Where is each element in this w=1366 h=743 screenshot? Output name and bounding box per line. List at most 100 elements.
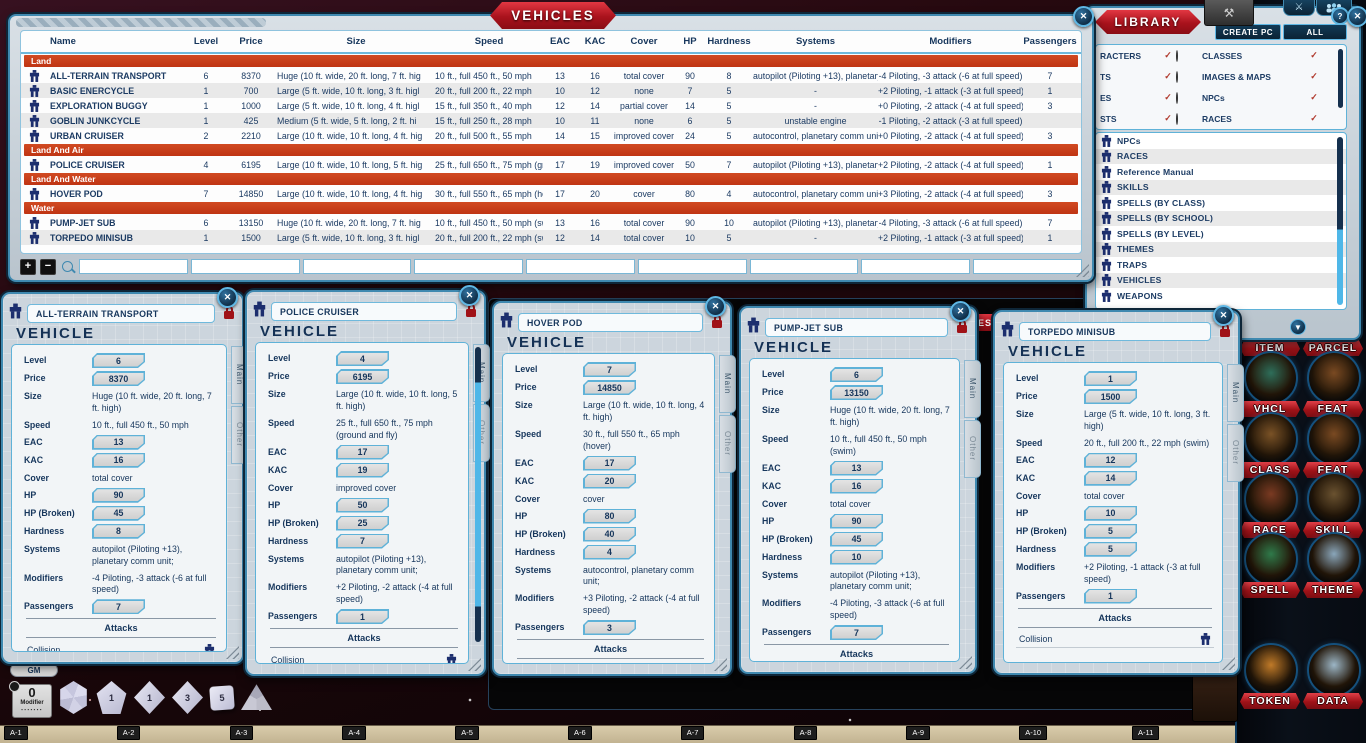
library-entry[interactable]: NPCs [1096,133,1346,149]
all-button[interactable]: ALL [1283,24,1347,40]
scroll-down-button[interactable]: ▼ [1290,319,1306,335]
die-d10[interactable]: 1 [134,681,165,714]
map-tab[interactable]: A-9 [906,726,931,740]
field-value-box[interactable]: 45 [92,506,145,521]
field-value-box[interactable]: 7 [92,599,145,614]
library-entry[interactable]: WEAPONS [1096,288,1346,304]
map-tab[interactable]: A-3 [229,726,254,740]
die-d8[interactable]: 3 [172,681,203,714]
filter-input[interactable] [190,259,300,274]
gm-identity-tab[interactable]: GM [10,663,58,677]
field-value-box[interactable]: 13150 [830,385,883,400]
vehicle-name-field[interactable]: POLICE CRUISER [271,302,457,321]
field-value-box[interactable]: 8 [92,524,145,539]
lock-icon[interactable] [712,315,722,328]
table-row[interactable]: ALL-TERRAIN TRANSPORT 6 8370 Huge (10 ft. w… [21,68,1081,83]
filter-input[interactable] [973,259,1083,274]
table-row[interactable]: GOBLIN JUNKCYCLE 1 425 Medium (5 ft. wide, … [21,113,1081,128]
field-value-box[interactable]: 17 [336,445,389,460]
field-value-box[interactable]: 12 [1084,453,1137,468]
map-tab[interactable]: A-8 [793,726,818,740]
vehicle-name-field[interactable]: PUMP-JET SUB [765,318,948,337]
die-d6[interactable]: 5 [209,684,235,711]
module-checkbox[interactable]: ✓ [1306,113,1322,124]
modules-scrollbar[interactable] [1338,49,1343,108]
library-entry[interactable]: SPELLS (BY LEVEL) [1096,226,1346,242]
filter-input[interactable] [749,259,859,274]
crossed-swords-icon[interactable]: ⚔ [1283,0,1315,16]
sheet-scrollbar[interactable] [475,347,481,642]
field-value-box[interactable]: 13 [830,461,883,476]
vehicle-name-field[interactable]: HOVER POD [518,313,703,332]
vehicle-name-field[interactable]: TORPEDO MINISUB [1019,322,1211,341]
map-tab[interactable]: A-6 [568,726,592,740]
field-value-box[interactable]: 6195 [336,369,389,384]
library-entry[interactable]: SKILLS [1096,179,1346,195]
sidebar-feat-button[interactable]: FEAT [1303,351,1363,417]
desktop-close-button[interactable]: ✕ [1347,6,1366,27]
field-value-box[interactable]: 80 [583,509,636,524]
field-value-box[interactable]: 10 [830,550,883,565]
delete-button[interactable]: − [40,258,56,275]
table-row[interactable]: URBAN CRUISER 2 2210 Large (10 ft. wide, 10… [21,128,1081,143]
map-tab[interactable]: A-4 [342,726,367,740]
lock-icon[interactable] [957,320,967,333]
vehicle-name-field[interactable]: ALL-TERRAIN TRANSPORT [27,304,215,323]
tab-other[interactable]: Other [719,415,736,473]
library-entry[interactable]: RACES [1096,148,1346,164]
map-tab[interactable]: A-10 [1019,726,1048,740]
filter-input[interactable] [861,259,971,274]
library-entry[interactable]: VEHICLES [1096,272,1346,288]
map-tab[interactable]: A-11 [1132,726,1160,740]
sidebar-vhcl-button[interactable]: VHCL [1240,351,1300,417]
field-value-box[interactable]: 8370 [92,371,145,386]
map-tab[interactable]: A-7 [680,726,705,740]
attack-link-icon[interactable] [204,643,215,651]
toolbar-fragment-icon[interactable]: ⚒ [1204,0,1254,26]
field-value-box[interactable]: 14 [1084,471,1137,486]
sidebar-token-button[interactable]: TOKEN [1240,643,1300,709]
resize-grip[interactable] [959,656,972,669]
module-checkbox[interactable]: ✓ [1160,113,1176,124]
field-value-box[interactable]: 16 [830,479,883,494]
tab-main[interactable]: Main [1227,364,1244,422]
resize-grip[interactable] [714,658,727,671]
close-icon[interactable]: ✕ [217,287,238,308]
filter-input[interactable] [302,259,412,274]
field-value-box[interactable]: 1500 [1084,389,1137,404]
die-d4[interactable] [241,684,272,711]
lock-icon[interactable] [1220,324,1230,337]
field-value-box[interactable]: 6 [830,367,883,382]
close-icon[interactable]: ✕ [1213,305,1234,326]
field-value-box[interactable]: 16 [92,453,145,468]
field-value-box[interactable]: 13 [92,435,145,450]
field-value-box[interactable]: 5 [1084,542,1137,557]
sidebar-data-button[interactable]: DATA [1303,643,1363,709]
table-row[interactable]: TORPEDO MINISUB 1 1500 Large (5 ft. wide, 1… [21,230,1081,245]
field-value-box[interactable]: 7 [830,625,883,640]
table-row[interactable]: PUMP-JET SUB 6 13150 Huge (10 ft. wide, 20 … [21,215,1081,230]
die-d20[interactable] [60,681,87,714]
field-value-box[interactable]: 6 [92,353,145,368]
resize-grip[interactable] [468,658,481,671]
sidebar-race-button[interactable]: RACE [1240,472,1300,538]
field-value-box[interactable]: 17 [583,456,636,471]
field-value-box[interactable]: 3 [583,620,636,635]
field-value-box[interactable]: 90 [830,514,883,529]
module-checkbox[interactable]: ✓ [1160,71,1176,82]
filter-input[interactable] [637,259,747,274]
field-value-box[interactable]: 45 [830,532,883,547]
field-value-box[interactable]: 1 [1084,371,1137,386]
table-row[interactable]: POLICE CRUISER 4 6195 Large (10 ft. wide, 1… [21,157,1081,172]
field-value-box[interactable]: 1 [336,609,389,624]
map-tab[interactable]: A-2 [116,726,141,740]
field-value-box[interactable]: 25 [336,516,389,531]
field-value-box[interactable]: 4 [583,545,636,560]
module-checkbox[interactable]: ✓ [1306,71,1322,82]
filter-input[interactable] [414,259,524,274]
attack-link-icon[interactable] [1200,633,1211,645]
lock-icon[interactable] [466,304,476,317]
module-checkbox[interactable]: ✓ [1160,92,1176,103]
table-row[interactable]: HOVER POD 7 14850 Large (10 ft. wide, 10 ft… [21,186,1081,201]
library-entry[interactable]: SPELLS (BY SCHOOL) [1096,210,1346,226]
